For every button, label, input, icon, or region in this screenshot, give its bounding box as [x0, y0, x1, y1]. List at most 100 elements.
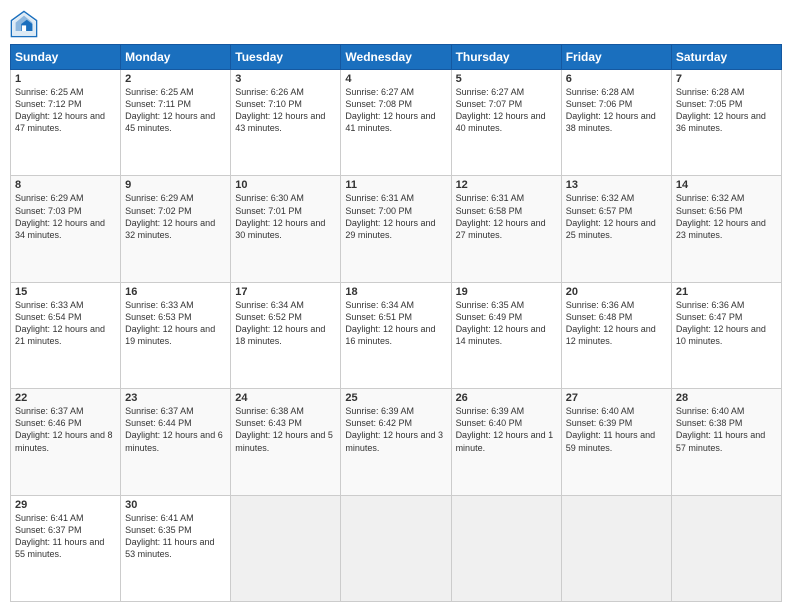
- calendar-cell: 27Sunrise: 6:40 AMSunset: 6:39 PMDayligh…: [561, 389, 671, 495]
- day-header-friday: Friday: [561, 45, 671, 70]
- calendar-cell: [451, 495, 561, 601]
- day-header-tuesday: Tuesday: [231, 45, 341, 70]
- calendar-week-row: 1Sunrise: 6:25 AMSunset: 7:12 PMDaylight…: [11, 70, 782, 176]
- cell-content: Sunrise: 6:36 AMSunset: 6:48 PMDaylight:…: [566, 299, 667, 348]
- cell-content: Sunrise: 6:33 AMSunset: 6:54 PMDaylight:…: [15, 299, 116, 348]
- cell-content: Sunrise: 6:34 AMSunset: 6:51 PMDaylight:…: [345, 299, 446, 348]
- cell-content: Sunrise: 6:29 AMSunset: 7:03 PMDaylight:…: [15, 192, 116, 241]
- calendar-cell: 21Sunrise: 6:36 AMSunset: 6:47 PMDayligh…: [671, 282, 781, 388]
- day-number: 6: [566, 73, 667, 85]
- cell-content: Sunrise: 6:30 AMSunset: 7:01 PMDaylight:…: [235, 192, 336, 241]
- calendar-cell: 19Sunrise: 6:35 AMSunset: 6:49 PMDayligh…: [451, 282, 561, 388]
- calendar-cell: 30Sunrise: 6:41 AMSunset: 6:35 PMDayligh…: [121, 495, 231, 601]
- cell-content: Sunrise: 6:40 AMSunset: 6:39 PMDaylight:…: [566, 405, 667, 454]
- cell-content: Sunrise: 6:35 AMSunset: 6:49 PMDaylight:…: [456, 299, 557, 348]
- day-number: 17: [235, 286, 336, 298]
- day-number: 11: [345, 179, 446, 191]
- calendar-cell: 7Sunrise: 6:28 AMSunset: 7:05 PMDaylight…: [671, 70, 781, 176]
- calendar-cell: 11Sunrise: 6:31 AMSunset: 7:00 PMDayligh…: [341, 176, 451, 282]
- cell-content: Sunrise: 6:31 AMSunset: 7:00 PMDaylight:…: [345, 192, 446, 241]
- day-number: 9: [125, 179, 226, 191]
- calendar-cell: 25Sunrise: 6:39 AMSunset: 6:42 PMDayligh…: [341, 389, 451, 495]
- cell-content: Sunrise: 6:25 AMSunset: 7:11 PMDaylight:…: [125, 86, 226, 135]
- calendar-week-row: 29Sunrise: 6:41 AMSunset: 6:37 PMDayligh…: [11, 495, 782, 601]
- cell-content: Sunrise: 6:27 AMSunset: 7:07 PMDaylight:…: [456, 86, 557, 135]
- day-number: 28: [676, 392, 777, 404]
- day-number: 22: [15, 392, 116, 404]
- calendar-cell: 5Sunrise: 6:27 AMSunset: 7:07 PMDaylight…: [451, 70, 561, 176]
- cell-content: Sunrise: 6:33 AMSunset: 6:53 PMDaylight:…: [125, 299, 226, 348]
- day-number: 1: [15, 73, 116, 85]
- calendar-cell: 29Sunrise: 6:41 AMSunset: 6:37 PMDayligh…: [11, 495, 121, 601]
- cell-content: Sunrise: 6:37 AMSunset: 6:46 PMDaylight:…: [15, 405, 116, 454]
- day-number: 16: [125, 286, 226, 298]
- calendar-cell: 20Sunrise: 6:36 AMSunset: 6:48 PMDayligh…: [561, 282, 671, 388]
- calendar-cell: 3Sunrise: 6:26 AMSunset: 7:10 PMDaylight…: [231, 70, 341, 176]
- day-header-monday: Monday: [121, 45, 231, 70]
- cell-content: Sunrise: 6:38 AMSunset: 6:43 PMDaylight:…: [235, 405, 336, 454]
- calendar-cell: 14Sunrise: 6:32 AMSunset: 6:56 PMDayligh…: [671, 176, 781, 282]
- page: SundayMondayTuesdayWednesdayThursdayFrid…: [0, 0, 792, 612]
- day-number: 25: [345, 392, 446, 404]
- calendar-cell: [231, 495, 341, 601]
- cell-content: Sunrise: 6:41 AMSunset: 6:37 PMDaylight:…: [15, 512, 116, 561]
- logo-icon: [10, 10, 38, 38]
- calendar-cell: 23Sunrise: 6:37 AMSunset: 6:44 PMDayligh…: [121, 389, 231, 495]
- day-number: 21: [676, 286, 777, 298]
- day-header-thursday: Thursday: [451, 45, 561, 70]
- day-number: 23: [125, 392, 226, 404]
- cell-content: Sunrise: 6:32 AMSunset: 6:57 PMDaylight:…: [566, 192, 667, 241]
- day-number: 15: [15, 286, 116, 298]
- calendar-cell: 18Sunrise: 6:34 AMSunset: 6:51 PMDayligh…: [341, 282, 451, 388]
- calendar-cell: 4Sunrise: 6:27 AMSunset: 7:08 PMDaylight…: [341, 70, 451, 176]
- cell-content: Sunrise: 6:32 AMSunset: 6:56 PMDaylight:…: [676, 192, 777, 241]
- calendar-cell: 9Sunrise: 6:29 AMSunset: 7:02 PMDaylight…: [121, 176, 231, 282]
- calendar-cell: 2Sunrise: 6:25 AMSunset: 7:11 PMDaylight…: [121, 70, 231, 176]
- day-header-saturday: Saturday: [671, 45, 781, 70]
- day-number: 27: [566, 392, 667, 404]
- day-number: 20: [566, 286, 667, 298]
- cell-content: Sunrise: 6:37 AMSunset: 6:44 PMDaylight:…: [125, 405, 226, 454]
- calendar-cell: 28Sunrise: 6:40 AMSunset: 6:38 PMDayligh…: [671, 389, 781, 495]
- cell-content: Sunrise: 6:40 AMSunset: 6:38 PMDaylight:…: [676, 405, 777, 454]
- day-number: 7: [676, 73, 777, 85]
- day-header-wednesday: Wednesday: [341, 45, 451, 70]
- cell-content: Sunrise: 6:34 AMSunset: 6:52 PMDaylight:…: [235, 299, 336, 348]
- calendar-cell: 1Sunrise: 6:25 AMSunset: 7:12 PMDaylight…: [11, 70, 121, 176]
- day-number: 18: [345, 286, 446, 298]
- cell-content: Sunrise: 6:41 AMSunset: 6:35 PMDaylight:…: [125, 512, 226, 561]
- day-number: 12: [456, 179, 557, 191]
- day-number: 29: [15, 499, 116, 511]
- calendar-cell: 8Sunrise: 6:29 AMSunset: 7:03 PMDaylight…: [11, 176, 121, 282]
- logo: [10, 10, 42, 38]
- day-number: 24: [235, 392, 336, 404]
- calendar-cell: 13Sunrise: 6:32 AMSunset: 6:57 PMDayligh…: [561, 176, 671, 282]
- calendar-header-row: SundayMondayTuesdayWednesdayThursdayFrid…: [11, 45, 782, 70]
- calendar-cell: 10Sunrise: 6:30 AMSunset: 7:01 PMDayligh…: [231, 176, 341, 282]
- calendar-cell: 22Sunrise: 6:37 AMSunset: 6:46 PMDayligh…: [11, 389, 121, 495]
- day-number: 30: [125, 499, 226, 511]
- day-number: 4: [345, 73, 446, 85]
- cell-content: Sunrise: 6:25 AMSunset: 7:12 PMDaylight:…: [15, 86, 116, 135]
- day-header-sunday: Sunday: [11, 45, 121, 70]
- calendar-week-row: 15Sunrise: 6:33 AMSunset: 6:54 PMDayligh…: [11, 282, 782, 388]
- cell-content: Sunrise: 6:39 AMSunset: 6:40 PMDaylight:…: [456, 405, 557, 454]
- day-number: 13: [566, 179, 667, 191]
- cell-content: Sunrise: 6:29 AMSunset: 7:02 PMDaylight:…: [125, 192, 226, 241]
- calendar-cell: [341, 495, 451, 601]
- calendar-week-row: 22Sunrise: 6:37 AMSunset: 6:46 PMDayligh…: [11, 389, 782, 495]
- day-number: 26: [456, 392, 557, 404]
- cell-content: Sunrise: 6:27 AMSunset: 7:08 PMDaylight:…: [345, 86, 446, 135]
- calendar-table: SundayMondayTuesdayWednesdayThursdayFrid…: [10, 44, 782, 602]
- calendar-cell: 16Sunrise: 6:33 AMSunset: 6:53 PMDayligh…: [121, 282, 231, 388]
- calendar-cell: [671, 495, 781, 601]
- day-number: 5: [456, 73, 557, 85]
- day-number: 14: [676, 179, 777, 191]
- day-number: 3: [235, 73, 336, 85]
- cell-content: Sunrise: 6:28 AMSunset: 7:06 PMDaylight:…: [566, 86, 667, 135]
- cell-content: Sunrise: 6:39 AMSunset: 6:42 PMDaylight:…: [345, 405, 446, 454]
- calendar-cell: 26Sunrise: 6:39 AMSunset: 6:40 PMDayligh…: [451, 389, 561, 495]
- calendar-week-row: 8Sunrise: 6:29 AMSunset: 7:03 PMDaylight…: [11, 176, 782, 282]
- header: [10, 10, 782, 38]
- cell-content: Sunrise: 6:36 AMSunset: 6:47 PMDaylight:…: [676, 299, 777, 348]
